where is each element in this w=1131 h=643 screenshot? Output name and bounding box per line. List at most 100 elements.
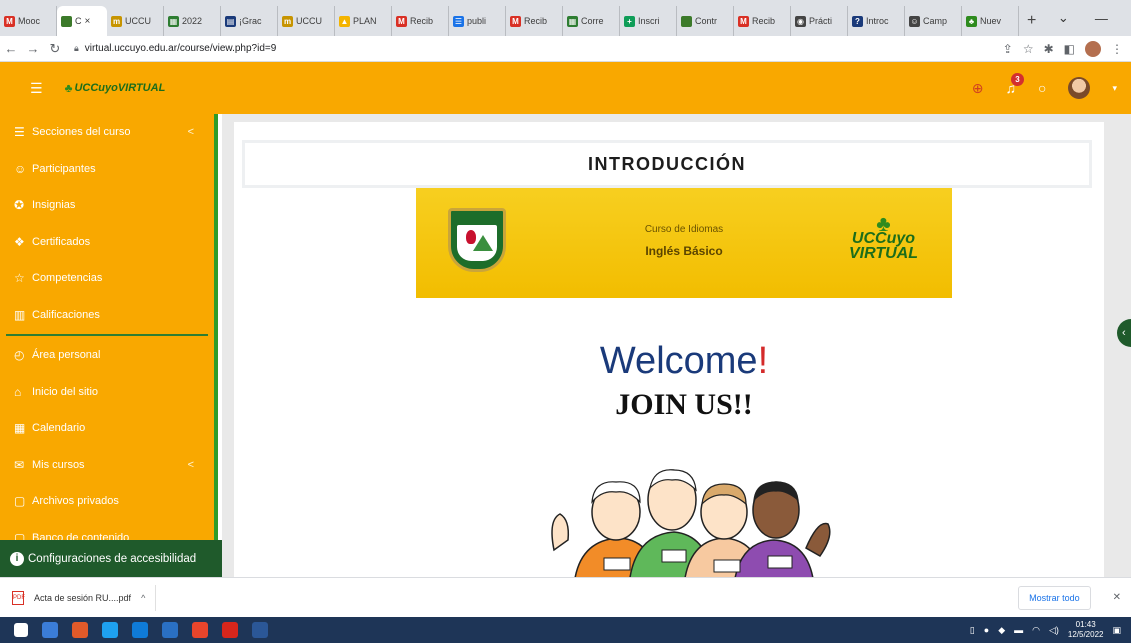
leaf-logo-icon: ♣ xyxy=(876,211,891,236)
sidebar-item-calificaciones[interactable]: ▥ Calificaciones xyxy=(0,297,214,334)
browser-tab[interactable]: ▦ Corre xyxy=(563,6,620,36)
tab-title: 2022 xyxy=(182,16,203,26)
sidepanel-icon[interactable]: ◧ xyxy=(1064,42,1075,56)
chevron-up-icon[interactable]: ^ xyxy=(141,593,145,603)
tab-title: Corre xyxy=(581,16,604,26)
acrobat-taskbar-icon[interactable] xyxy=(222,622,238,638)
teams-taskbar-icon[interactable] xyxy=(132,622,148,638)
wifi-icon[interactable]: ◠ xyxy=(1032,625,1040,636)
address-actions: ⇪ ☆ ✱ ◧ ⋮ xyxy=(1003,40,1131,57)
edge-taskbar-icon[interactable] xyxy=(102,622,118,638)
sidebar-item-calendario[interactable]: ▦ Calendario xyxy=(0,410,214,447)
reload-icon[interactable]: ↻ xyxy=(44,41,66,57)
chevron-left-icon[interactable]: < xyxy=(188,459,194,471)
sidebar-item-competencias[interactable]: ☆ Competencias xyxy=(0,260,214,297)
close-tab-icon[interactable]: × xyxy=(85,16,91,27)
extensions-icon[interactable]: ✱ xyxy=(1044,42,1054,56)
tab-favicon-icon: M xyxy=(396,15,407,27)
browser-tab[interactable]: ▦ 2022 xyxy=(164,6,221,36)
browser-tab[interactable]: ▲ PLAN xyxy=(335,6,392,36)
site-navbar: ☰ ♣ UCCuyoVIRTUAL ⊕ ♫ 3 ○ ▾ xyxy=(0,62,1131,114)
tab-title: Camp xyxy=(923,16,948,26)
user-menu-caret-icon[interactable]: ▾ xyxy=(1112,83,1117,94)
browser-tab[interactable]: ◉ Prácti xyxy=(791,6,848,36)
browser-tab[interactable]: + Inscri xyxy=(620,6,677,36)
explorer-taskbar-icon[interactable] xyxy=(162,622,178,638)
messages-chat-icon[interactable]: ○ xyxy=(1038,80,1046,96)
tab-favicon-icon: ☺ xyxy=(909,15,920,27)
accessibility-settings-button[interactable]: i Configuraciones de accesibilidad xyxy=(0,540,222,577)
browser-tab[interactable]: m UCCU xyxy=(278,6,335,36)
hamburger-menu-icon[interactable]: ☰ xyxy=(30,80,43,97)
windows-start-icon[interactable] xyxy=(14,623,28,637)
bookmark-star-icon[interactable]: ☆ xyxy=(1023,42,1034,56)
tray-file-icon[interactable]: ▯ xyxy=(970,625,975,636)
browser-tab[interactable]: M Recib xyxy=(392,6,449,36)
notification-center-icon[interactable]: ▣ xyxy=(1112,625,1121,636)
profile-avatar[interactable] xyxy=(1085,40,1101,57)
browser-tab[interactable]: ? Introc xyxy=(848,6,905,36)
course-banner-image: Curso de Idiomas Inglés Básico ♣ UCCuyo … xyxy=(416,188,952,298)
new-tab-button[interactable]: + xyxy=(1019,6,1044,36)
user-avatar[interactable] xyxy=(1068,77,1091,99)
browser-tab[interactable]: m UCCU xyxy=(107,6,164,36)
close-downloads-icon[interactable]: ✕ xyxy=(1113,592,1121,603)
sidebar-item-secciones[interactable]: ☰ Secciones del curso < xyxy=(0,114,214,151)
waving-people-illustration xyxy=(551,469,831,577)
sidebar-item-area-personal[interactable]: ◴ Área personal xyxy=(0,337,214,374)
back-icon[interactable]: ← xyxy=(0,41,22,56)
language-globe-icon[interactable]: ⊕ xyxy=(972,80,984,97)
battery-icon[interactable]: ▬ xyxy=(1014,625,1023,635)
tray-app-icon[interactable]: ● xyxy=(984,625,989,635)
sidebar-item-certificados[interactable]: ❖ Certificados xyxy=(0,224,214,261)
site-logo[interactable]: ♣ UCCuyoVIRTUAL xyxy=(65,81,166,95)
browser-tab[interactable]: ☰ publi xyxy=(449,6,506,36)
task-view-icon[interactable] xyxy=(42,622,58,638)
sidebar-item-icon: ▦ xyxy=(14,421,26,436)
browser-tab[interactable]: ▤ ¡Grac xyxy=(221,6,278,36)
sidebar-divider xyxy=(6,334,208,336)
browser-tab-strip: M Mooc C × m UCCU ▦ 2022 ▤ ¡Grac m UCCU ▲ PLAN M Recib ☰… xyxy=(0,0,1131,36)
taskbar-clock[interactable]: 01:43 12/5/2022 xyxy=(1068,620,1104,640)
browser-menu-icon[interactable]: ⋮ xyxy=(1111,42,1123,56)
volume-icon[interactable]: ◁) xyxy=(1049,625,1059,636)
forward-icon[interactable]: → xyxy=(22,41,44,56)
sidebar-item-mis-cursos[interactable]: ✉ Mis cursos < xyxy=(0,447,214,484)
sidebar-item-label: Área personal xyxy=(32,349,101,362)
url-field[interactable]: 🔒︎ virtual.uccuyo.edu.ar/course/view.php… xyxy=(74,43,1003,54)
chevron-left-icon[interactable]: < xyxy=(188,126,194,138)
sidebar-item-insignias[interactable]: ✪ Insignias xyxy=(0,187,214,224)
show-all-downloads-button[interactable]: Mostrar todo xyxy=(1018,585,1091,610)
browser-tab[interactable]: Contr xyxy=(677,6,734,36)
tab-title: Recib xyxy=(410,16,434,26)
bluetooth-icon[interactable]: ◆ xyxy=(998,625,1005,636)
right-drawer-toggle-button[interactable]: ‹ xyxy=(1117,319,1131,347)
tab-favicon-icon: ◉ xyxy=(795,15,806,27)
sidebar-item-participantes[interactable]: ☺ Participantes xyxy=(0,151,214,188)
word-taskbar-icon[interactable] xyxy=(252,622,268,638)
share-icon[interactable]: ⇪ xyxy=(1003,42,1013,56)
tab-search-icon[interactable]: ⌄ xyxy=(1044,10,1082,26)
chrome-window-icon[interactable] xyxy=(192,622,208,638)
welcome-exclamation: ! xyxy=(757,340,769,382)
chrome-taskbar-icon[interactable] xyxy=(72,622,88,638)
browser-tab[interactable]: C × xyxy=(57,6,107,36)
tab-favicon-icon: ▤ xyxy=(225,15,236,27)
sidebar-item-inicio[interactable]: ⌂ Inicio del sitio xyxy=(0,374,214,411)
tab-favicon-icon: ? xyxy=(852,15,863,27)
browser-tab[interactable]: M Recib xyxy=(506,6,563,36)
welcome-image: Welcome! JOIN US!! xyxy=(534,340,834,577)
restore-button[interactable]: ❐ xyxy=(1120,10,1131,26)
accessibility-icon: i xyxy=(10,551,24,566)
browser-tab[interactable]: ♣ Nuev xyxy=(962,6,1019,36)
tab-title: ¡Grac xyxy=(239,16,262,26)
sidebar-item-archivos[interactable]: ▢ Archivos privados xyxy=(0,483,214,520)
download-item[interactable]: PDF Acta de sesión RU....pdf ^ xyxy=(12,584,157,611)
course-section-panel: INTRODUCCIÓN Curso de Idiomas Inglés Bás… xyxy=(234,122,1104,577)
browser-tab[interactable]: M Mooc xyxy=(0,6,57,36)
minimize-button[interactable]: — xyxy=(1082,11,1120,26)
notifications-bell-icon[interactable]: ♫ 3 xyxy=(1006,73,1024,96)
sidebar-item-label: Mis cursos xyxy=(32,458,85,471)
browser-tab[interactable]: M Recib xyxy=(734,6,791,36)
browser-tab[interactable]: ☺ Camp xyxy=(905,6,962,36)
